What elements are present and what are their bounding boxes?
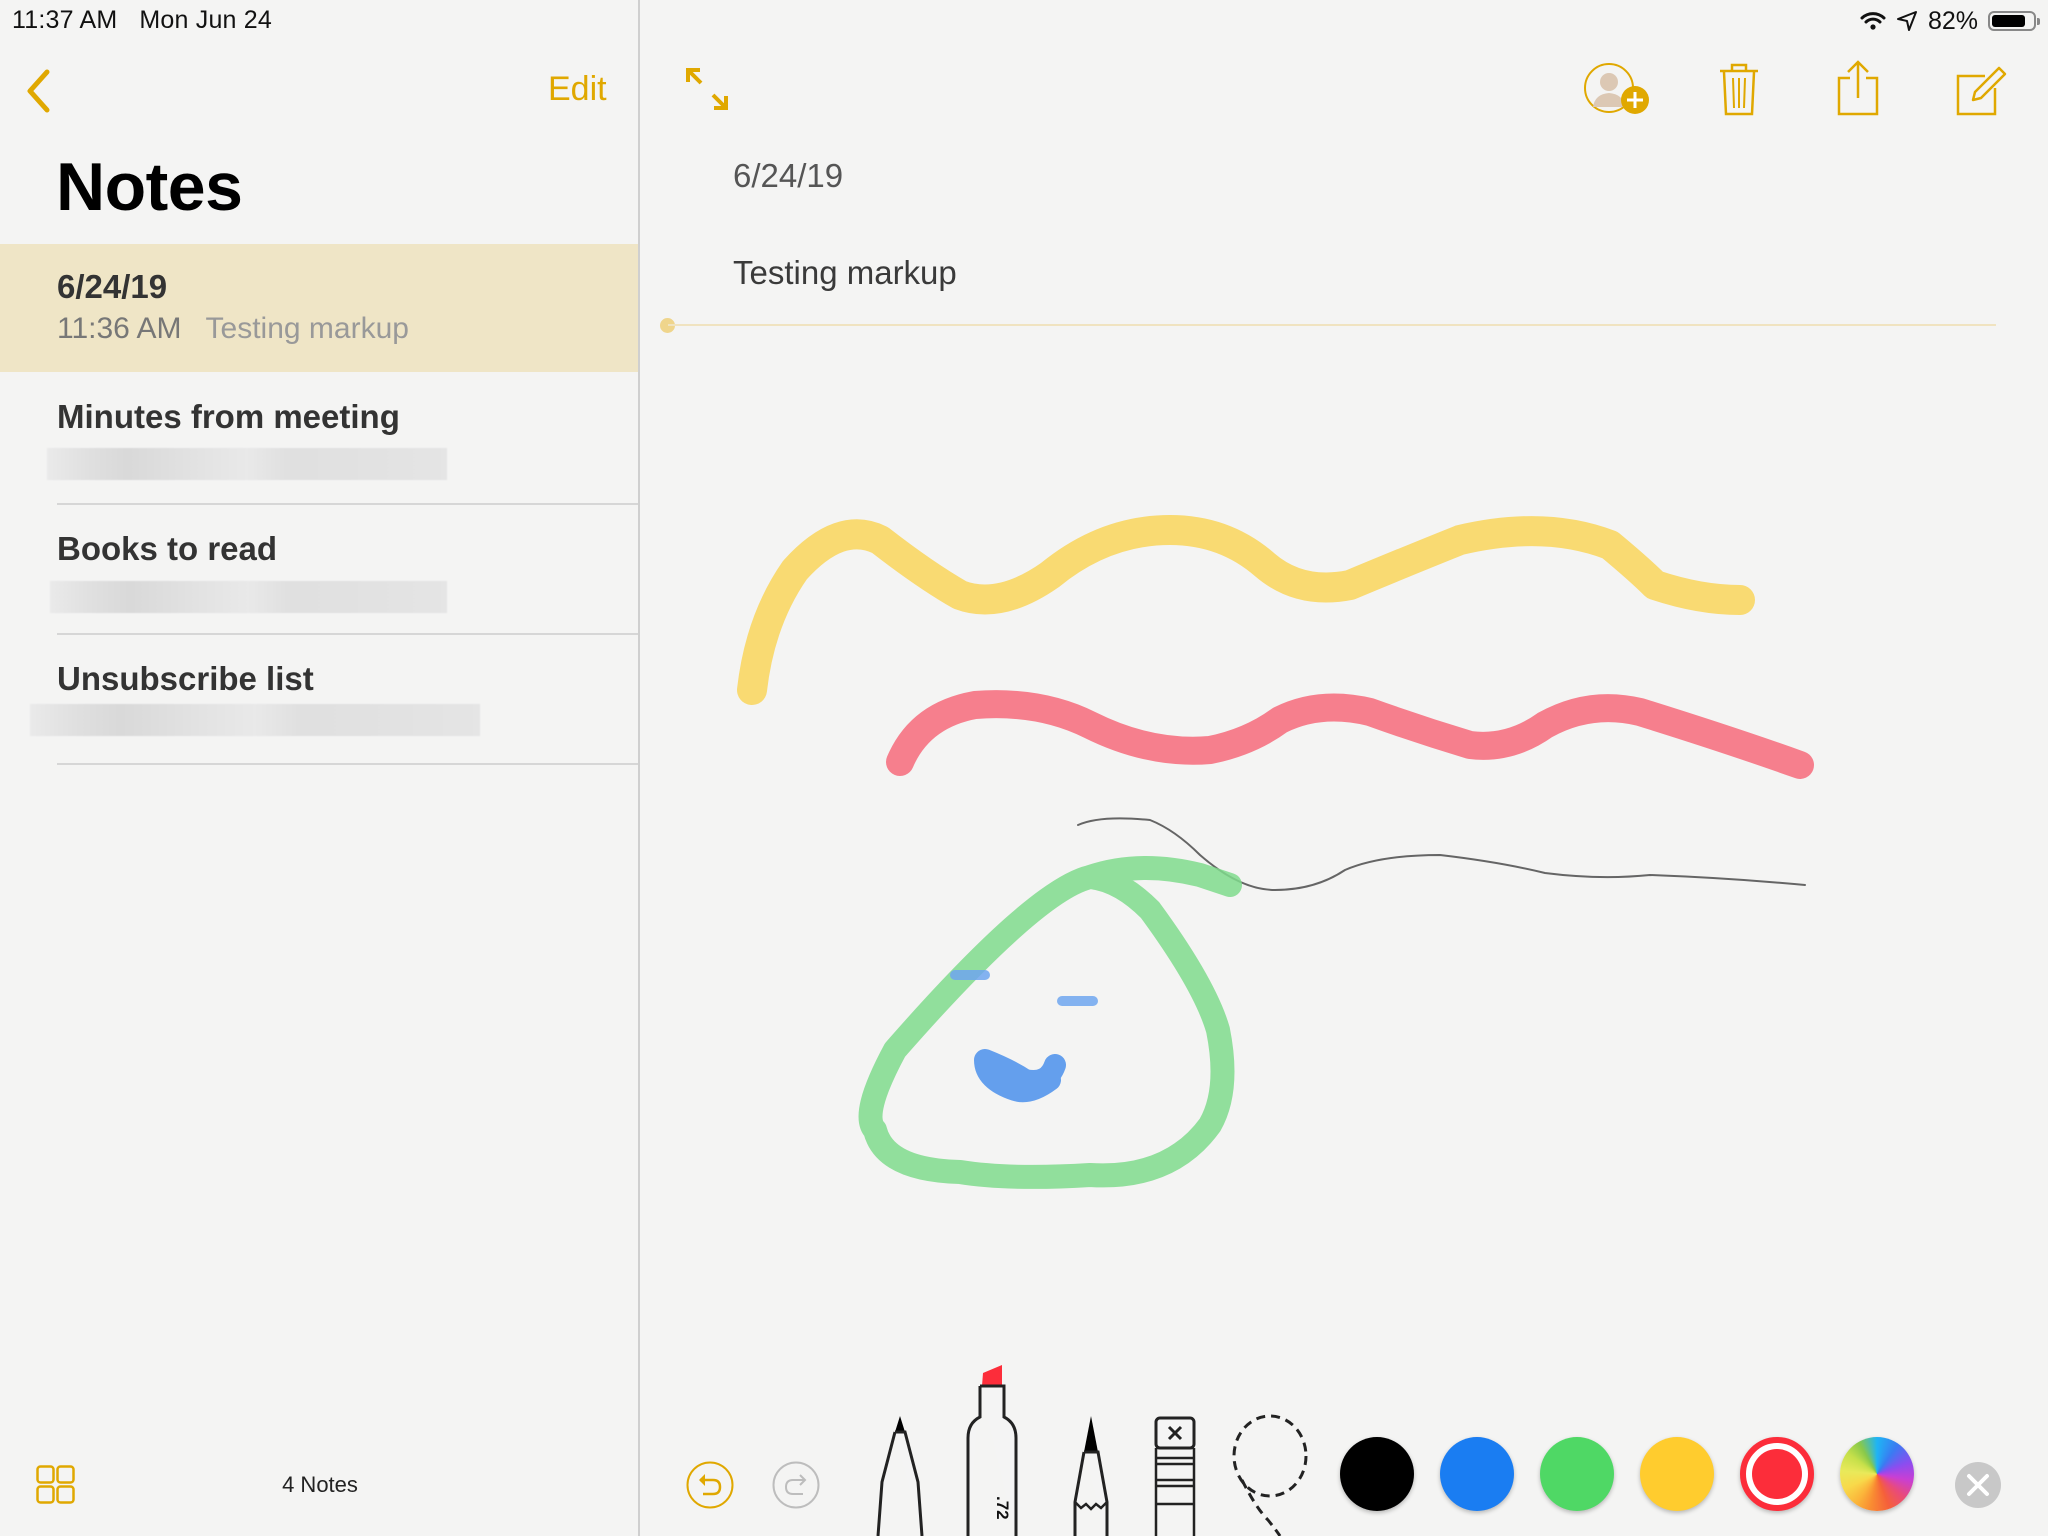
color-swatch-blue[interactable]: [1440, 1437, 1514, 1511]
color-swatch-green[interactable]: [1540, 1437, 1614, 1511]
green-circle-stroke: [858, 855, 1242, 1189]
undo-button[interactable]: [685, 1460, 735, 1510]
share-button[interactable]: [1836, 58, 1880, 118]
add-person-icon: [1584, 63, 1649, 114]
redacted-preview: [47, 448, 447, 480]
trash-button[interactable]: [1718, 62, 1760, 118]
marker-tool[interactable]: .72: [960, 1360, 1026, 1536]
battery-icon: [1988, 11, 2040, 31]
drawing-top-border: [668, 324, 1996, 326]
wifi-icon: [1860, 12, 1886, 30]
color-swatch-yellow[interactable]: [1640, 1437, 1714, 1511]
add-people-button[interactable]: [1583, 62, 1653, 118]
drawing-canvas[interactable]: [640, 0, 2048, 1536]
eraser-tool[interactable]: [1150, 1414, 1198, 1536]
note-preview: Testing markup: [205, 312, 409, 345]
trash-icon: [1720, 63, 1758, 116]
note-date-line[interactable]: 6/24/19: [733, 157, 843, 195]
redacted-preview: [50, 581, 447, 613]
color-swatch-red[interactable]: [1740, 1437, 1814, 1511]
note-list-item[interactable]: Minutes from meeting: [0, 372, 638, 504]
edit-button[interactable]: Edit: [548, 70, 607, 109]
expand-button[interactable]: [684, 66, 730, 112]
note-subtitle: 11:36 AM Testing markup: [57, 312, 409, 346]
undo-icon: [686, 1461, 734, 1509]
chevron-left-icon: [27, 69, 50, 113]
note-body-text[interactable]: Testing markup: [733, 254, 957, 292]
pen-tool[interactable]: [870, 1412, 930, 1536]
note-list-item-selected[interactable]: 6/24/19 11:36 AM Testing markup: [0, 244, 638, 372]
note-time: 11:36 AM: [57, 312, 182, 345]
redacted-preview: [30, 704, 480, 736]
note-title: 6/24/19: [57, 268, 168, 305]
expand-icon: [686, 68, 728, 110]
compose-button[interactable]: [1955, 62, 2007, 118]
marker-opacity-label: .72: [993, 1496, 1012, 1520]
close-icon: [1967, 1474, 1989, 1496]
color-swatch-black[interactable]: [1340, 1437, 1414, 1511]
note-title: Minutes from meeting: [57, 398, 400, 435]
color-picker-wheel[interactable]: [1840, 1437, 1914, 1511]
red-wave-stroke: [886, 690, 1814, 779]
notes-sidebar: Edit Notes 6/24/19 11:36 AM Testing marku…: [0, 0, 640, 1536]
back-button[interactable]: [20, 66, 60, 116]
share-icon: [1837, 60, 1879, 116]
blue-mouth-stroke: [974, 1049, 1066, 1103]
selected-color-fill: [1752, 1449, 1802, 1499]
notes-count: 4 Notes: [282, 1472, 358, 1497]
note-title: Unsubscribe list: [57, 660, 314, 697]
pencil-tool[interactable]: [1064, 1412, 1118, 1536]
note-list-item[interactable]: Books to read: [0, 505, 638, 633]
page-title: Notes: [56, 149, 243, 225]
battery-percent: 82%: [1927, 6, 1978, 35]
note-title: Books to read: [57, 530, 278, 567]
note-list-item[interactable]: Unsubscribe list: [0, 635, 638, 763]
list-separator: [57, 763, 638, 765]
close-markup-button[interactable]: [1955, 1462, 2001, 1508]
redo-icon: [772, 1461, 820, 1509]
battery-fill: [1992, 15, 2025, 27]
status-bar-right: 82%: [1860, 6, 2040, 36]
yellow-wave-stroke: [737, 515, 1755, 705]
lasso-tool[interactable]: [1228, 1410, 1312, 1536]
location-icon: [1896, 11, 1917, 31]
compose-icon: [1956, 66, 2007, 116]
redo-button[interactable]: [771, 1460, 821, 1510]
